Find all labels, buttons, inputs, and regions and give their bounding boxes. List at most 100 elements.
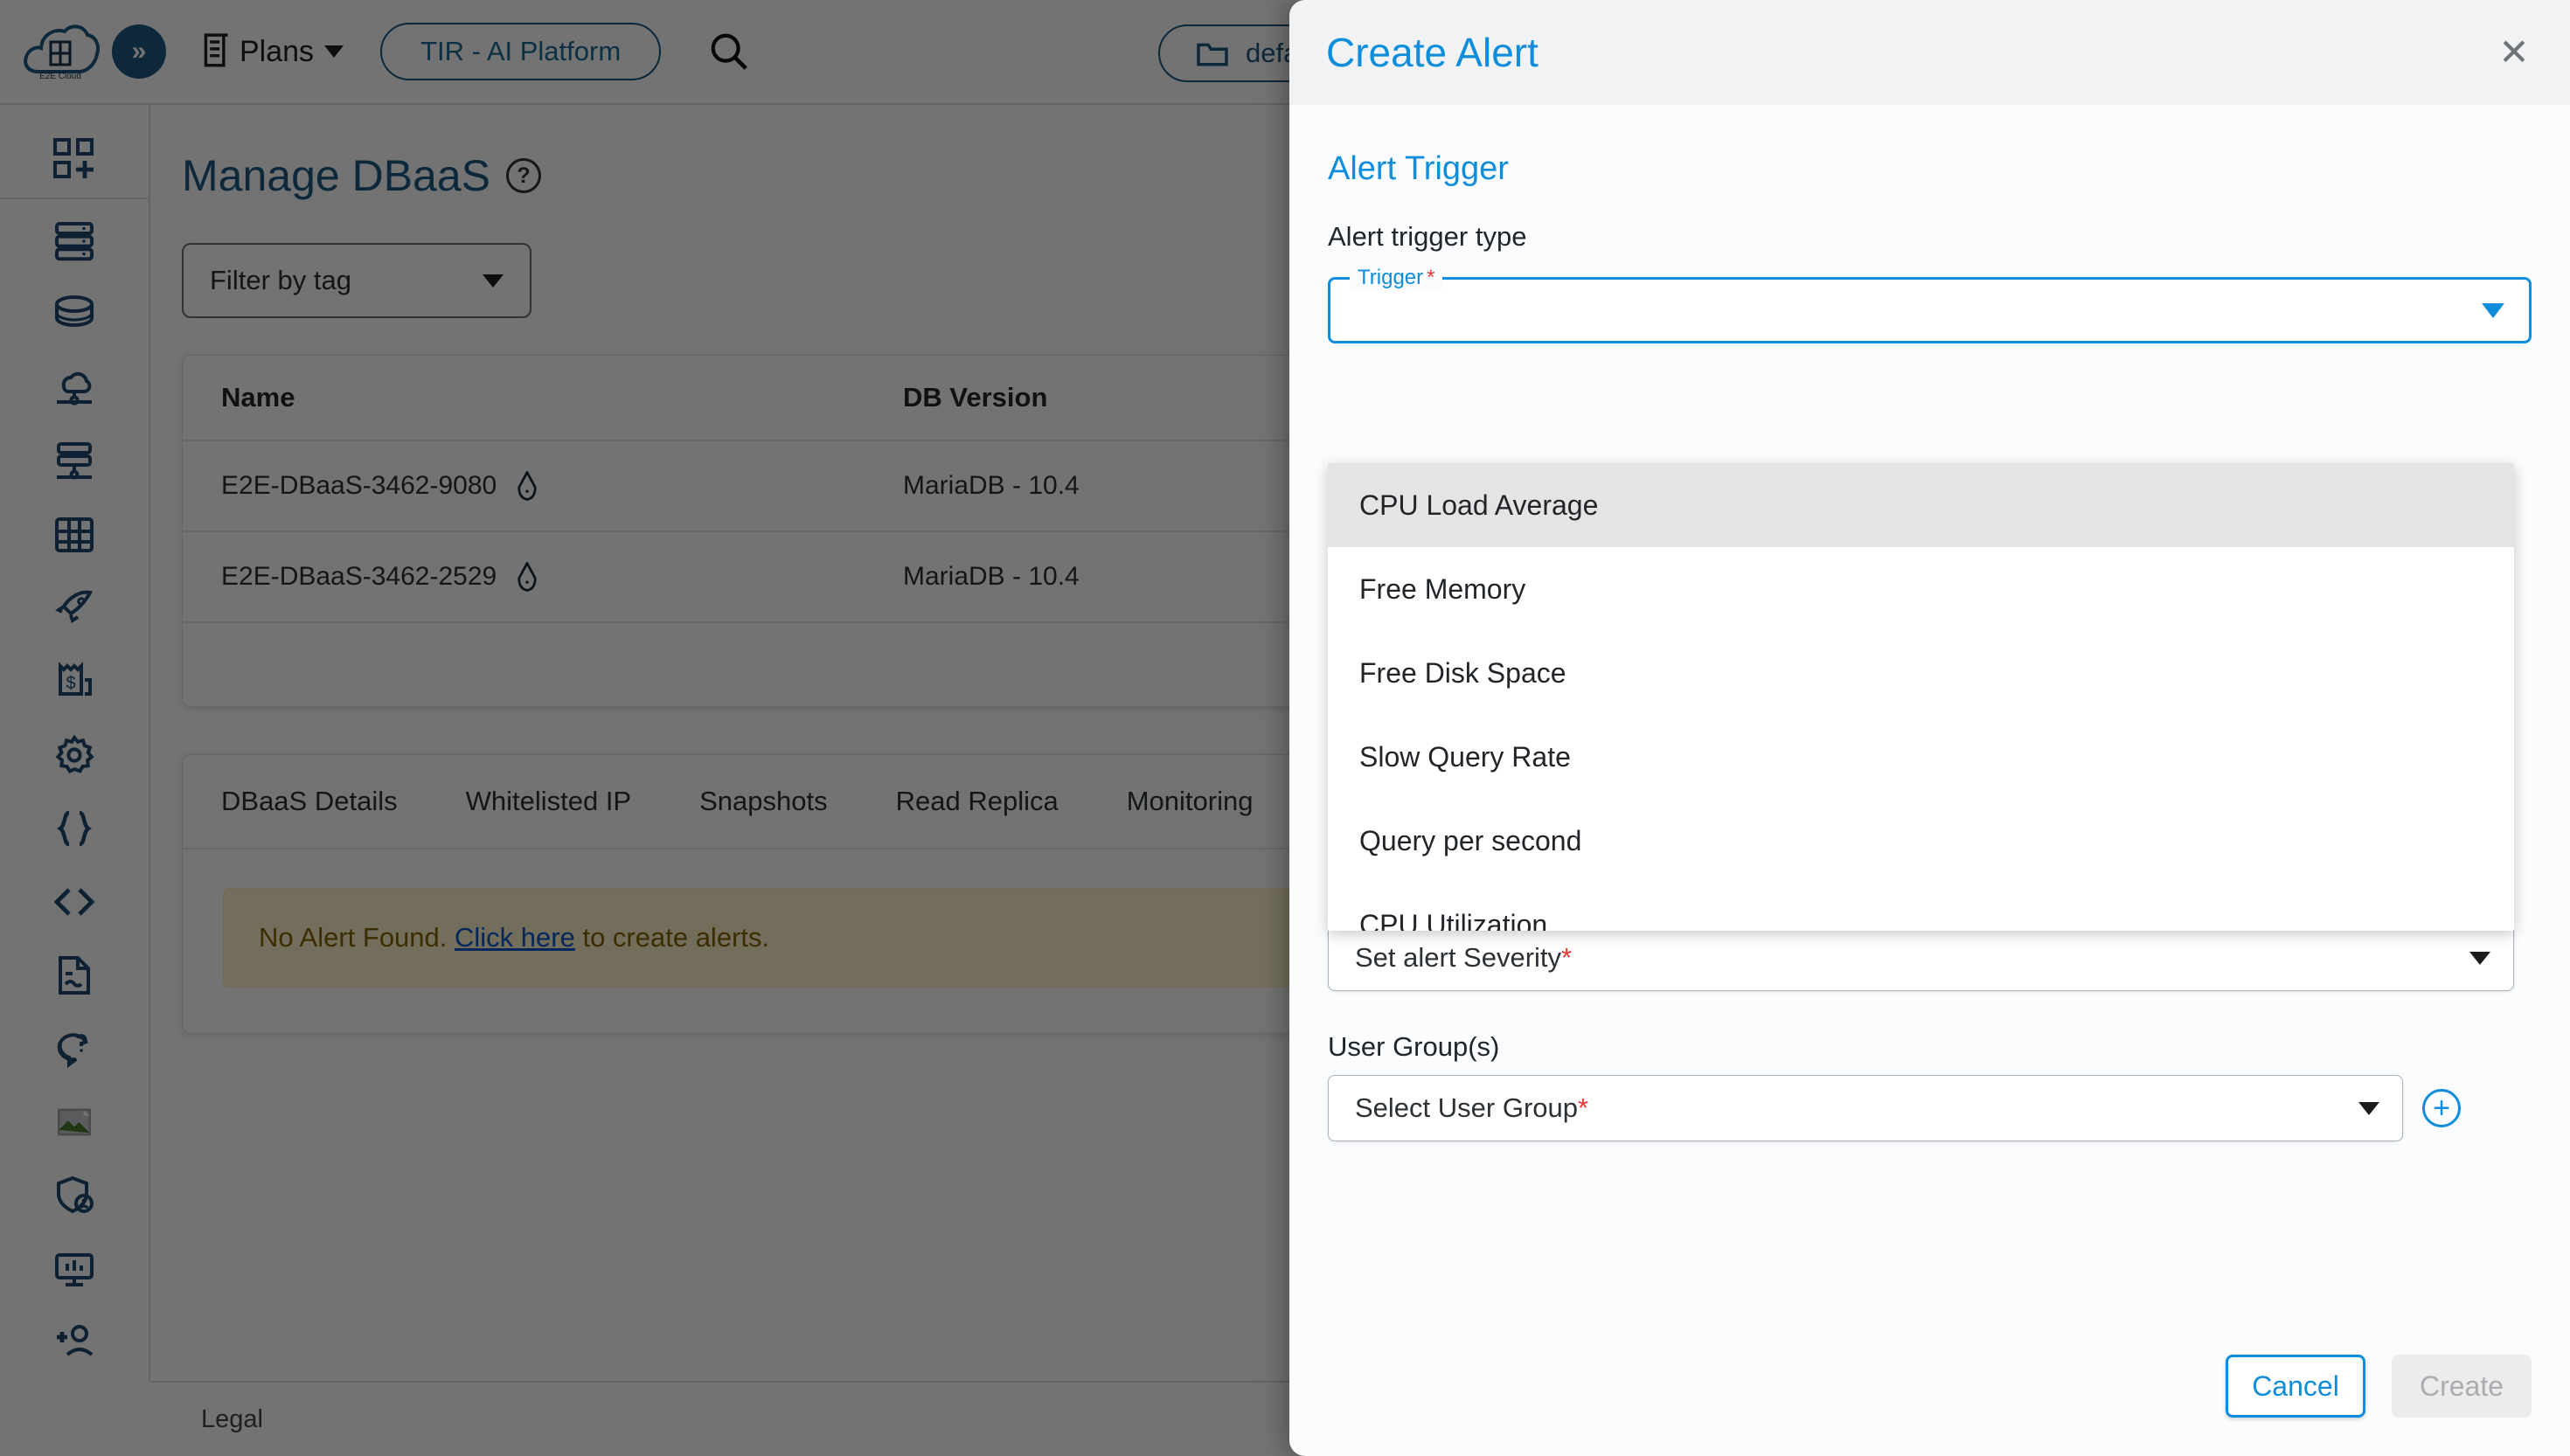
tab-dbaas-details[interactable]: DBaaS Details	[221, 786, 398, 817]
alert-trigger-section-title: Alert Trigger	[1328, 150, 1509, 187]
code-brackets-icon	[53, 888, 95, 916]
sidebar-item-billing[interactable]: $	[0, 645, 149, 718]
modal-footer: Cancel Create	[1289, 1316, 2570, 1456]
chat-question-icon	[57, 1033, 88, 1068]
cell-name: E2E-DBaaS-3462-2529	[221, 562, 497, 591]
user-group-placeholder: Select User Group*	[1355, 1092, 1589, 1123]
dropdown-option-query-per-second[interactable]: Query per second	[1328, 799, 2514, 883]
plans-menu[interactable]: Plans	[199, 32, 344, 71]
sidebar-item-code[interactable]	[0, 865, 149, 939]
alert-trigger-type-label: Alert trigger type	[1328, 221, 1527, 252]
filter-by-tag-label: Filter by tag	[210, 265, 351, 295]
modal-header: Create Alert ✕	[1289, 0, 2570, 105]
tab-snapshots[interactable]: Snapshots	[699, 786, 828, 817]
billing-dollar-icon: $	[59, 662, 92, 696]
search-button[interactable]	[703, 25, 755, 78]
question-mark-icon[interactable]: ?	[506, 158, 542, 193]
svg-text:$: $	[66, 674, 75, 693]
cell-name: E2E-DBaaS-3462-9080	[221, 471, 497, 500]
sidebar-divider	[0, 198, 149, 199]
cancel-button[interactable]: Cancel	[2226, 1355, 2365, 1418]
plans-label: Plans	[240, 34, 315, 68]
create-alert-modal: Create Alert ✕ Alert Trigger Alert trigg…	[1289, 0, 2570, 1456]
folder-icon	[1197, 43, 1228, 66]
dropdown-option-slow-query-rate[interactable]: Slow Query Rate	[1328, 715, 2514, 799]
sidebar-item-grid-table[interactable]	[0, 498, 149, 572]
chevron-down-icon	[2469, 951, 2490, 965]
sidebar-item-server-stack[interactable]	[0, 205, 149, 278]
double-chevron-right-icon: »	[131, 37, 147, 66]
e2e-cloud-logo[interactable]: E2E Cloud	[19, 16, 103, 87]
user-group-select[interactable]: Select User Group*	[1328, 1075, 2403, 1141]
left-sidebar: $	[0, 105, 150, 1381]
shield-user-icon	[57, 1175, 94, 1214]
monitor-chart-icon	[55, 1253, 94, 1286]
search-icon	[711, 33, 748, 70]
chevron-down-icon	[483, 274, 504, 288]
page-title: Manage DBaaS	[182, 151, 491, 200]
alert-severity-select[interactable]: Set alert Severity*	[1328, 925, 2514, 991]
required-asterisk: *	[1427, 266, 1435, 289]
tag-icon[interactable]	[514, 471, 540, 501]
add-grid-icon	[53, 138, 94, 178]
tab-monitoring[interactable]: Monitoring	[1127, 786, 1254, 817]
column-header-name[interactable]: Name	[183, 356, 865, 441]
user-group-row: Select User Group* +	[1328, 1075, 2461, 1141]
create-alert-link[interactable]: Click here	[455, 922, 575, 953]
create-button[interactable]: Create	[2392, 1355, 2532, 1418]
user-group-label: User Group(s)	[1328, 1031, 1500, 1062]
cloud-network-icon	[57, 371, 92, 406]
dropdown-option-free-disk-space[interactable]: Free Disk Space	[1328, 631, 2514, 715]
database-icon	[55, 295, 94, 328]
chevron-down-icon	[324, 45, 344, 58]
list-receipt-icon	[204, 33, 228, 67]
sidebar-item-server-network[interactable]	[0, 425, 149, 498]
tab-read-replica[interactable]: Read Replica	[896, 786, 1059, 817]
sidebar-item-support[interactable]	[0, 1012, 149, 1085]
sidebar-item-rocket[interactable]	[0, 572, 149, 645]
sidebar-collapse-button[interactable]: »	[112, 24, 166, 79]
trigger-select[interactable]: Trigger *	[1328, 266, 2532, 343]
dropdown-option-free-memory[interactable]: Free Memory	[1328, 547, 2514, 631]
trigger-options-dropdown[interactable]: CPU Load Average Free Memory Free Disk S…	[1328, 463, 2514, 931]
dropdown-option-cpu-load-average[interactable]: CPU Load Average	[1328, 463, 2514, 547]
sidebar-item-curly-braces[interactable]	[0, 792, 149, 865]
svg-text:E2E Cloud: E2E Cloud	[39, 72, 81, 81]
rocket-icon	[55, 590, 94, 624]
no-alert-suffix: to create alerts.	[574, 922, 770, 953]
trigger-legend-text: Trigger	[1358, 266, 1424, 289]
sidebar-item-security[interactable]	[0, 1159, 149, 1232]
server-stack-icon	[55, 222, 94, 261]
close-icon[interactable]: ✕	[2490, 28, 2539, 77]
legal-link[interactable]: Legal	[201, 1405, 263, 1434]
tir-ai-platform-button[interactable]: TIR - AI Platform	[380, 23, 662, 80]
trigger-select-wrapper: Trigger *	[1328, 266, 2532, 343]
tab-whitelisted-ip[interactable]: Whitelisted IP	[466, 786, 632, 817]
server-network-icon	[57, 442, 92, 480]
sidebar-item-database[interactable]	[0, 278, 149, 351]
sidebar-item-document[interactable]	[0, 939, 149, 1012]
sidebar-item-image[interactable]	[0, 1085, 149, 1159]
alert-severity-placeholder: Set alert Severity*	[1355, 942, 1573, 973]
grid-table-icon	[55, 517, 94, 552]
chevron-down-icon	[2358, 1101, 2379, 1115]
image-placeholder-icon	[58, 1108, 91, 1136]
no-alert-prefix: No Alert Found.	[259, 922, 455, 953]
filter-by-tag-select[interactable]: Filter by tag	[182, 243, 531, 318]
sidebar-item-settings[interactable]	[0, 718, 149, 792]
tag-icon[interactable]	[514, 562, 540, 592]
sidebar-item-add-grid[interactable]	[0, 122, 149, 196]
sidebar-item-add-user[interactable]	[0, 1306, 149, 1379]
modal-title: Create Alert	[1326, 30, 1539, 75]
document-icon	[59, 956, 90, 995]
tir-button-label: TIR - AI Platform	[420, 36, 622, 66]
sidebar-item-cloud-network[interactable]	[0, 351, 149, 425]
add-user-icon	[57, 1325, 94, 1356]
cloud-logo-icon: E2E Cloud	[24, 24, 100, 81]
curly-braces-icon	[57, 810, 92, 847]
dropdown-option-cpu-utilization[interactable]: CPU Utilization	[1328, 883, 2514, 932]
chevron-down-icon	[2482, 302, 2504, 318]
sidebar-item-monitoring[interactable]	[0, 1232, 149, 1306]
gear-icon	[55, 734, 94, 773]
plus-circle-icon[interactable]: +	[2422, 1089, 2461, 1127]
